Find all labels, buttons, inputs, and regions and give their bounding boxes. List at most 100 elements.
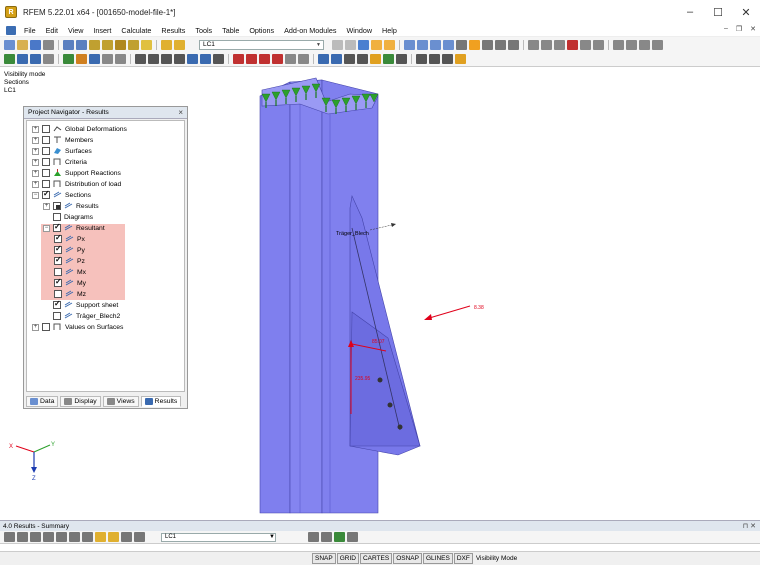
grid-icon[interactable] (593, 39, 604, 50)
table-zoom-icon[interactable] (308, 532, 319, 542)
tab-display[interactable]: Display (60, 395, 101, 407)
connect-icon[interactable] (200, 54, 211, 64)
tree-item-global-deformations[interactable]: + Global Deformations (32, 124, 127, 134)
tree-item-traeger-blech2[interactable]: Träger_Blech2 (43, 311, 120, 321)
snap-toggle[interactable]: SNAP (312, 553, 336, 564)
checkbox[interactable] (54, 268, 62, 276)
checkbox-checked[interactable] (54, 244, 62, 254)
view-iso-icon[interactable] (404, 39, 415, 50)
node-icon[interactable] (4, 54, 15, 64)
tree-item-mz[interactable]: Mz (54, 289, 86, 299)
menu-edit[interactable]: Edit (41, 26, 63, 35)
menu-table[interactable]: Table (217, 26, 244, 35)
document-icon[interactable] (6, 25, 16, 35)
divide-icon[interactable] (187, 54, 198, 64)
checkbox[interactable] (42, 147, 50, 155)
layer-icon[interactable] (396, 54, 407, 64)
settings-icon[interactable] (652, 39, 663, 50)
table-print-icon[interactable] (82, 532, 93, 542)
copy-icon[interactable] (148, 54, 159, 64)
results-icon[interactable] (141, 39, 152, 50)
member-load-icon[interactable] (246, 54, 257, 64)
menu-results[interactable]: Results (156, 26, 190, 35)
checkbox-checked[interactable] (54, 233, 62, 243)
doc-minimize-button[interactable]: – (724, 25, 728, 33)
glines-toggle[interactable]: GLINES (422, 553, 453, 564)
view-y-icon[interactable] (430, 39, 441, 50)
tree-item-diagrams[interactable]: Diagrams (43, 212, 93, 222)
expand-icon[interactable]: + (32, 158, 39, 166)
checkbox[interactable] (42, 169, 50, 177)
tree-item-sections[interactable]: − Sections (32, 189, 91, 200)
addon-icon[interactable] (455, 54, 466, 64)
expand-icon[interactable]: + (32, 169, 39, 177)
checkbox-checked[interactable] (53, 299, 61, 309)
load-icon[interactable] (233, 54, 244, 64)
previous-load-case-icon[interactable] (332, 39, 343, 50)
transparent-icon[interactable] (508, 39, 519, 50)
maximize-button[interactable]: ☐ (704, 0, 732, 24)
info-icon[interactable] (344, 54, 355, 64)
mirror-icon[interactable] (174, 54, 185, 64)
solid-icon[interactable] (495, 39, 506, 50)
table-first-icon[interactable] (4, 532, 15, 542)
load-wizard-icon[interactable] (298, 54, 309, 64)
checkbox-checked[interactable] (54, 277, 62, 287)
minimize-button[interactable]: – (676, 0, 704, 24)
tree-item-values-on-surfaces[interactable]: + Values on Surfaces (32, 322, 123, 332)
menu-view[interactable]: View (63, 26, 88, 35)
calculate-icon[interactable] (128, 39, 139, 50)
checkbox[interactable] (42, 125, 50, 133)
render-icon[interactable] (469, 39, 480, 50)
navigator-icon[interactable] (174, 39, 185, 50)
tree-item-support-sheet[interactable]: Support sheet (43, 299, 118, 310)
tab-data[interactable]: Data (26, 395, 59, 407)
expand-icon[interactable]: + (32, 180, 39, 188)
table-color-icon[interactable] (108, 532, 119, 542)
nodal-support-icon[interactable] (63, 54, 74, 64)
menu-help[interactable]: Help (377, 26, 402, 35)
tree-item-criteria[interactable]: + Criteria (32, 157, 87, 167)
osnap-toggle[interactable]: OSNAP (393, 553, 422, 564)
deformation-icon[interactable] (371, 39, 382, 50)
graphics-printout-icon[interactable] (429, 54, 440, 64)
visibility-icon[interactable] (383, 54, 394, 64)
table-select-icon[interactable] (321, 532, 332, 542)
new-file-icon[interactable] (4, 39, 15, 50)
tree-item-my[interactable]: My (54, 277, 86, 288)
tree-item-support-reactions[interactable]: + Support Reactions (32, 168, 121, 178)
checkbox[interactable] (42, 180, 50, 188)
view-x-icon[interactable] (417, 39, 428, 50)
delete-icon[interactable] (567, 39, 578, 50)
check-icon[interactable] (331, 54, 342, 64)
tree-item-resultant[interactable]: − Resultant (43, 222, 105, 233)
menu-insert[interactable]: Insert (88, 26, 116, 35)
menu-options[interactable]: Options (244, 26, 279, 35)
checkbox[interactable] (53, 213, 61, 221)
checkbox-checked[interactable] (42, 189, 50, 199)
save-icon[interactable] (30, 39, 41, 50)
zoom-icon[interactable] (456, 39, 467, 50)
surface-icon[interactable] (43, 54, 54, 64)
opening-icon[interactable] (102, 54, 113, 64)
next-load-case-icon[interactable] (345, 39, 356, 50)
tree-item-section-results[interactable]: + Results (43, 201, 99, 211)
values-icon[interactable] (384, 39, 395, 50)
dxf-toggle[interactable]: DXF (453, 553, 473, 564)
checkbox[interactable] (53, 312, 61, 320)
open-file-icon[interactable] (17, 39, 28, 50)
expand-icon[interactable]: + (43, 202, 50, 210)
table-settings-icon[interactable] (121, 532, 132, 542)
navigator-close-button[interactable]: × (178, 108, 183, 117)
surface-load-icon[interactable] (259, 54, 270, 64)
menu-tools[interactable]: Tools (190, 26, 217, 35)
table-prev-icon[interactable] (17, 532, 28, 542)
highlight-icon[interactable] (370, 54, 381, 64)
comment-icon[interactable] (554, 39, 565, 50)
collapse-icon[interactable]: − (43, 224, 50, 232)
dxf-icon[interactable] (442, 54, 453, 64)
checkbox[interactable] (42, 136, 50, 144)
guide-icon[interactable] (580, 39, 591, 50)
expand-icon[interactable]: + (32, 147, 39, 155)
filter-icon[interactable] (115, 39, 126, 50)
